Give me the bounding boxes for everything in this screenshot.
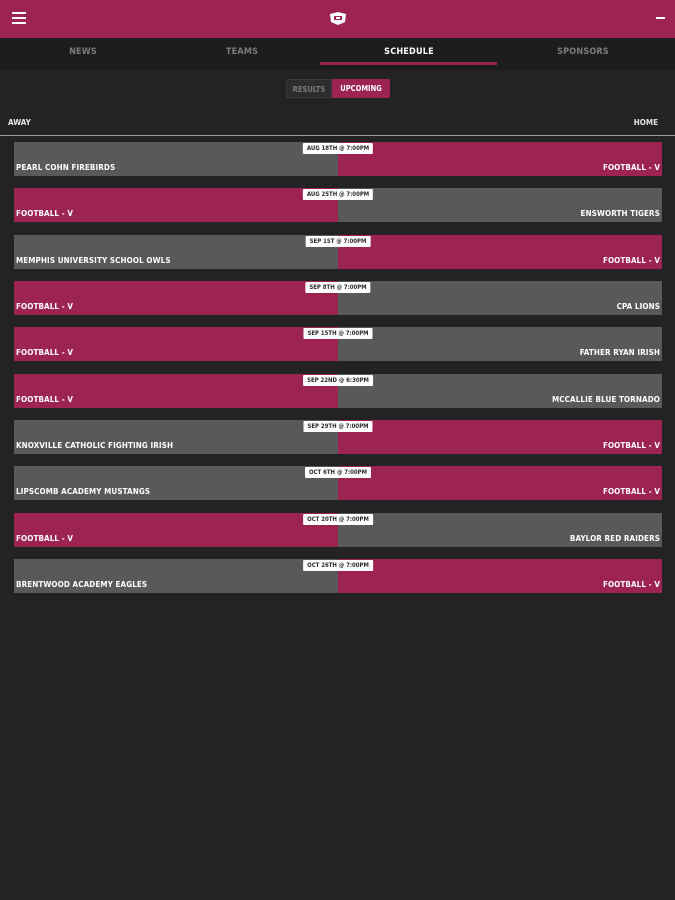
tab-news[interactable]: NEWS xyxy=(3,38,163,70)
away-team: LIPSCOMB ACADEMY MUSTANGS xyxy=(16,487,151,496)
home-team: FOOTBALL - V xyxy=(602,163,660,172)
results-toggle[interactable]: RESULTS xyxy=(286,79,332,98)
home-team: CPA LIONS xyxy=(616,302,660,311)
game-date-badge: SEP 8TH @ 7:00PM xyxy=(305,282,371,293)
home-team: BAYLOR RED RAIDERS xyxy=(569,534,660,543)
game-row[interactable]: LIPSCOMB ACADEMY MUSTANGS FOOTBALL - V O… xyxy=(14,466,662,500)
game-row[interactable]: FOOTBALL - V BAYLOR RED RAIDERS OCT 20TH… xyxy=(14,513,662,547)
game-date-badge: SEP 15TH @ 7:00PM xyxy=(303,328,373,339)
away-team: FOOTBALL - V xyxy=(16,302,74,311)
game-row[interactable]: FOOTBALL - V FATHER RYAN IRISH SEP 15TH … xyxy=(14,327,662,361)
game-row[interactable]: FOOTBALL - V ENSWORTH TIGERS AUG 25TH @ … xyxy=(14,188,662,222)
minus-icon[interactable] xyxy=(656,17,665,19)
home-team: FATHER RYAN IRISH xyxy=(579,348,660,357)
home-cell xyxy=(338,281,662,315)
hamburger-menu-icon[interactable] xyxy=(12,12,26,24)
tab-sponsors[interactable]: SPONSORS xyxy=(503,38,663,70)
away-team: FOOTBALL - V xyxy=(16,395,74,404)
tab-schedule[interactable]: SCHEDULE xyxy=(329,38,489,70)
school-logo-icon xyxy=(330,12,346,25)
game-row[interactable]: KNOXVILLE CATHOLIC FIGHTING IRISH FOOTBA… xyxy=(14,420,662,454)
away-team: FOOTBALL - V xyxy=(16,209,74,218)
home-column-header: HOME xyxy=(633,118,658,127)
upcoming-toggle[interactable]: UPCOMING xyxy=(332,79,390,98)
away-team: FOOTBALL - V xyxy=(16,348,74,357)
away-team: MEMPHIS UNIVERSITY SCHOOL OWLS xyxy=(16,256,171,265)
active-tab-indicator xyxy=(320,62,497,65)
game-date-badge: OCT 6TH @ 7:00PM xyxy=(305,467,371,478)
app-header xyxy=(0,0,675,38)
home-team: ENSWORTH TIGERS xyxy=(580,209,660,218)
tab-teams[interactable]: TEAMS xyxy=(162,38,322,70)
game-date-badge: AUG 25TH @ 7:00PM xyxy=(302,189,374,200)
game-row[interactable]: BRENTWOOD ACADEMY EAGLES FOOTBALL - V OC… xyxy=(14,559,662,593)
game-date-badge: AUG 18TH @ 7:00PM xyxy=(302,143,374,154)
nav-tabs: NEWS TEAMS SCHEDULE SPONSORS xyxy=(0,38,675,70)
home-team: MCCALLIE BLUE TORNADO xyxy=(552,395,660,404)
header-divider xyxy=(0,135,675,136)
home-team: FOOTBALL - V xyxy=(602,580,660,589)
game-date-badge: SEP 22ND @ 6:30PM xyxy=(303,375,373,386)
game-date-badge: SEP 29TH @ 7:00PM xyxy=(303,421,373,432)
game-row[interactable]: PEARL COHN FIREBIRDS FOOTBALL - V AUG 18… xyxy=(14,142,662,176)
away-team: KNOXVILLE CATHOLIC FIGHTING IRISH xyxy=(16,441,174,450)
home-team: FOOTBALL - V xyxy=(602,487,660,496)
home-team: FOOTBALL - V xyxy=(602,256,660,265)
away-column-header: AWAY xyxy=(8,118,31,127)
away-team: PEARL COHN FIREBIRDS xyxy=(16,163,116,172)
game-row[interactable]: MEMPHIS UNIVERSITY SCHOOL OWLS FOOTBALL … xyxy=(14,235,662,269)
game-row[interactable]: FOOTBALL - V MCCALLIE BLUE TORNADO SEP 2… xyxy=(14,374,662,408)
away-team: BRENTWOOD ACADEMY EAGLES xyxy=(16,580,148,589)
game-date-badge: OCT 26TH @ 7:00PM xyxy=(303,560,373,571)
game-date-badge: OCT 20TH @ 7:00PM xyxy=(303,514,373,525)
game-date-badge: SEP 1ST @ 7:00PM xyxy=(305,236,371,247)
home-team: FOOTBALL - V xyxy=(602,441,660,450)
game-row[interactable]: FOOTBALL - V CPA LIONS SEP 8TH @ 7:00PM xyxy=(14,281,662,315)
away-team: FOOTBALL - V xyxy=(16,534,74,543)
